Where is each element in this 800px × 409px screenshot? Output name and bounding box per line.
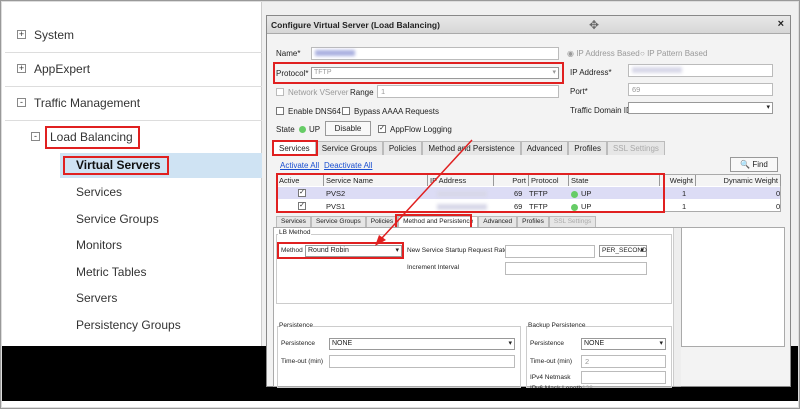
screenshot-border (0, 0, 800, 409)
